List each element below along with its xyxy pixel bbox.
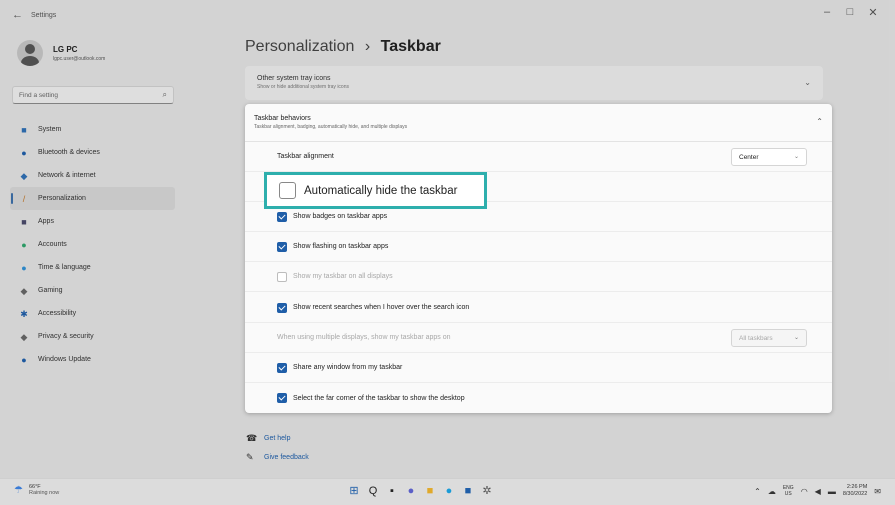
edge-icon[interactable]: ●: [443, 484, 455, 498]
badges-checkbox[interactable]: [277, 211, 287, 222]
taskbar-apps: ⊞ Q ▪ ● ■ ● ■ ✲: [348, 484, 493, 498]
all-displays-label: Show my taskbar on all displays: [293, 273, 393, 280]
alignment-label: Taskbar alignment: [277, 153, 334, 160]
all-displays-checkbox: [277, 271, 287, 282]
share-window-row[interactable]: Share any window from my taskbar: [245, 353, 832, 383]
all-displays-row: Show my taskbar on all displays: [245, 262, 832, 292]
system-tray: ⌃ ☁ ENG US ◠ ◀ ▬ 2:26 PM 8/30/2022 ✉: [754, 484, 881, 498]
auto-hide-label: Automatically hide the taskbar: [304, 184, 458, 197]
chevron-up-icon: ⌃: [816, 117, 823, 126]
task-view-icon[interactable]: ▪: [386, 484, 398, 498]
recent-searches-label: Show recent searches when I hover over t…: [293, 304, 470, 311]
settings-icon[interactable]: ✲: [481, 484, 493, 498]
tray-overflow-icon[interactable]: ⌃: [754, 487, 761, 496]
auto-hide-highlight[interactable]: Automatically hide the taskbar: [264, 172, 487, 209]
chat-icon[interactable]: ●: [405, 484, 417, 498]
multi-display-row: When using multiple displays, show my ta…: [245, 323, 832, 353]
settings-window: ← Settings – □ ✕ LG PC lgpc.user@outlook…: [0, 0, 895, 478]
far-corner-row[interactable]: Select the far corner of the taskbar to …: [245, 383, 832, 413]
far-corner-label: Select the far corner of the taskbar to …: [293, 394, 465, 402]
cloud-icon[interactable]: ☁: [768, 487, 776, 496]
start-icon[interactable]: ⊞: [348, 484, 360, 498]
behaviors-subtitle: Taskbar alignment, badging, automaticall…: [254, 124, 408, 130]
lang-bottom: US: [784, 491, 792, 497]
taskbar-behaviors-header[interactable]: Taskbar behaviors Taskbar alignment, bad…: [245, 104, 832, 142]
windows-taskbar: ☂ 66°F Raining now ⊞ Q ▪ ● ■ ● ■ ✲ ⌃ ☁ ENG US ◠…: [0, 478, 895, 505]
recent-searches-checkbox[interactable]: [277, 302, 287, 313]
clock-date: 8/30/2022: [842, 491, 868, 497]
multi-display-value: All taskbars: [739, 335, 773, 342]
store-icon[interactable]: ■: [462, 484, 474, 498]
battery-icon[interactable]: ▬: [828, 487, 836, 496]
taskbar-alignment-row: Taskbar alignment Center ⌄: [245, 142, 832, 172]
clock-time: 2:26 PM: [846, 484, 868, 490]
auto-hide-checkbox[interactable]: [279, 182, 296, 199]
notification-icon[interactable]: ✉: [874, 487, 881, 496]
alignment-dropdown[interactable]: Center ⌄: [731, 148, 807, 166]
weather-status: Raining now: [28, 490, 60, 496]
clock[interactable]: 2:26 PM 8/30/2022: [843, 484, 867, 498]
wifi-icon[interactable]: ◠: [801, 487, 808, 496]
badges-label: Show badges on taskbar apps: [293, 213, 388, 220]
multi-display-dropdown: All taskbars ⌄: [731, 329, 807, 347]
behaviors-title: Taskbar behaviors: [254, 115, 311, 122]
weather-icon: ☂: [14, 484, 23, 496]
flashing-checkbox[interactable]: [277, 241, 287, 252]
taskbar-behaviors-panel: Taskbar behaviors Taskbar alignment, bad…: [245, 104, 832, 413]
volume-icon[interactable]: ◀: [815, 487, 821, 496]
share-window-label: Share any window from my taskbar: [293, 364, 403, 371]
multi-display-label: When using multiple displays, show my ta…: [277, 334, 451, 341]
flashing-row[interactable]: Show flashing on taskbar apps: [245, 232, 832, 262]
flashing-label: Show flashing on taskbar apps: [293, 243, 389, 250]
far-corner-checkbox[interactable]: [277, 393, 287, 403]
search-icon[interactable]: Q: [367, 484, 379, 498]
weather-widget[interactable]: ☂ 66°F Raining now: [14, 484, 59, 496]
chevron-down-icon: ⌄: [793, 335, 799, 341]
chevron-down-icon: ⌄: [793, 154, 799, 160]
share-window-checkbox[interactable]: [277, 362, 287, 373]
language-indicator[interactable]: ENG US: [783, 485, 794, 497]
recent-searches-row[interactable]: Show recent searches when I hover over t…: [245, 293, 832, 323]
alignment-value: Center: [739, 154, 759, 161]
file-explorer-icon[interactable]: ■: [424, 484, 436, 498]
